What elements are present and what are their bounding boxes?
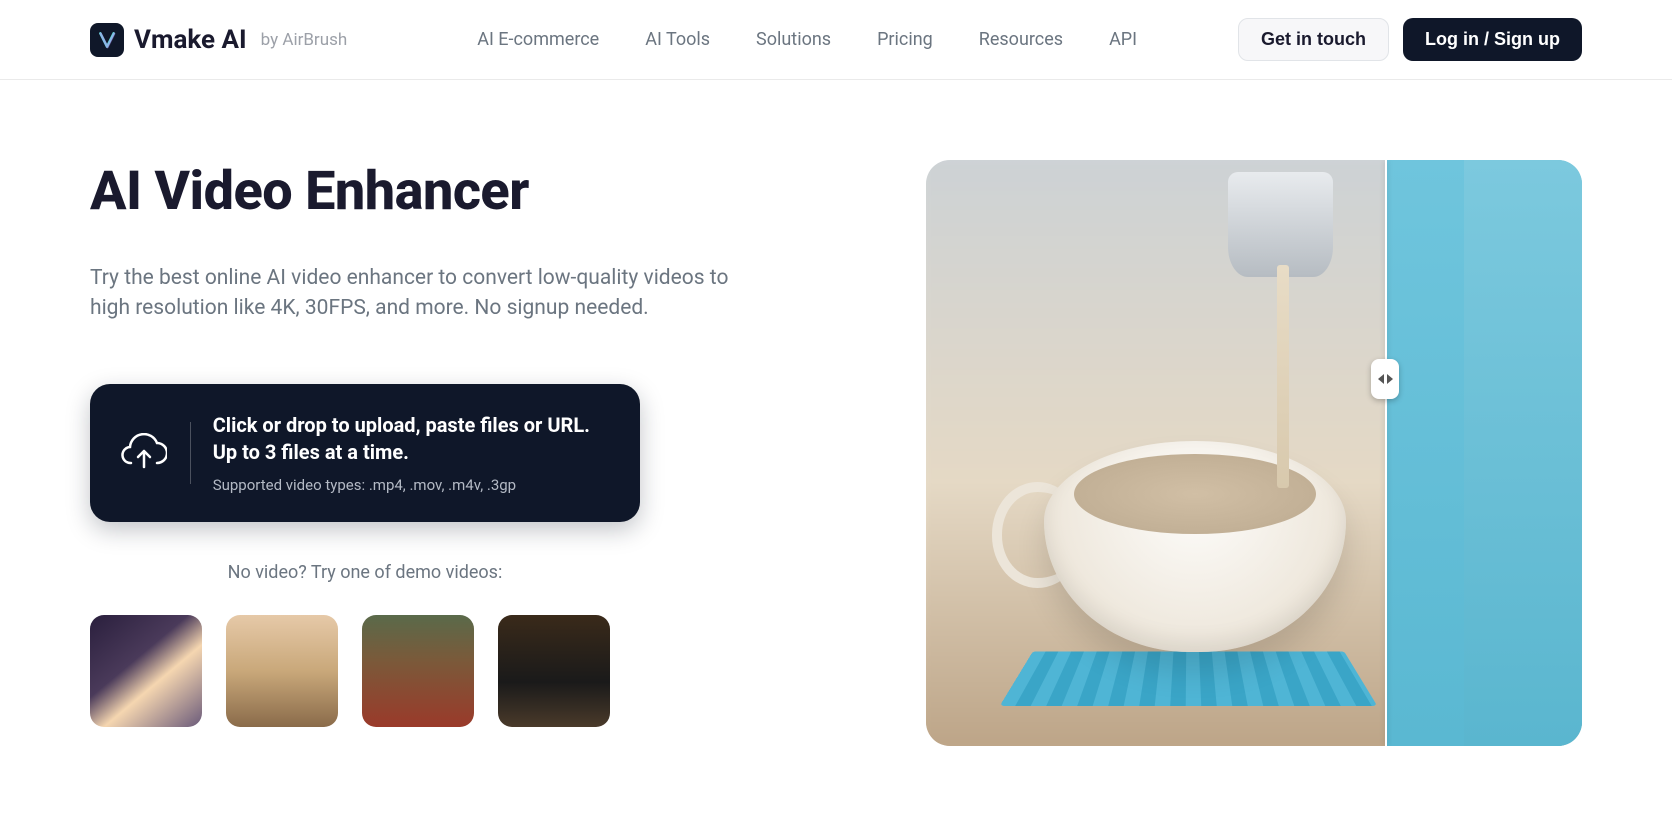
upload-main-text: Click or drop to upload, paste files or … [213,412,610,466]
nav-ai-tools[interactable]: AI Tools [645,29,710,50]
demo-videos-label: No video? Try one of demo videos: [90,562,640,583]
comparison-slider-line[interactable] [1385,160,1387,746]
brand-logo-icon [90,23,124,57]
header-actions: Get in touch Log in / Sign up [1238,18,1582,61]
demo-thumb-portrait[interactable] [90,615,202,727]
demo-thumb-autumn[interactable] [362,615,474,727]
brand-byline: by AirBrush [261,30,348,50]
site-header: Vmake AI by AirBrush AI E-commerce AI To… [0,0,1672,80]
nav-api[interactable]: API [1109,29,1137,50]
upload-divider [190,422,191,484]
get-in-touch-button[interactable]: Get in touch [1238,18,1389,61]
nav-pricing[interactable]: Pricing [877,29,933,50]
upload-formats-text: Supported video types: .mp4, .mov, .m4v,… [213,476,610,494]
nav-resources[interactable]: Resources [979,29,1063,50]
brand-name: Vmake AI [134,25,247,55]
hero-right-column [850,160,1582,746]
demo-thumb-car-desert[interactable] [226,615,338,727]
page-description: Try the best online AI video enhancer to… [90,263,750,324]
upload-text-group: Click or drop to upload, paste files or … [213,412,610,494]
logo-group[interactable]: Vmake AI by AirBrush [90,23,347,57]
upload-cloud-icon [120,433,168,473]
hero-left-column: AI Video Enhancer Try the best online AI… [90,160,770,746]
primary-nav: AI E-commerce AI Tools Solutions Pricing… [477,29,1137,50]
comparison-preview-image [926,160,1582,746]
comparison-slider-handle[interactable] [1371,359,1399,399]
nav-ai-ecommerce[interactable]: AI E-commerce [477,29,599,50]
nav-solutions[interactable]: Solutions [756,29,831,50]
main-content: AI Video Enhancer Try the best online AI… [0,80,1672,746]
upload-dropzone[interactable]: Click or drop to upload, paste files or … [90,384,640,522]
login-signup-button[interactable]: Log in / Sign up [1403,18,1582,61]
demo-thumbnails [90,615,770,727]
page-title: AI Video Enhancer [90,160,770,223]
demo-thumb-coffee[interactable] [498,615,610,727]
